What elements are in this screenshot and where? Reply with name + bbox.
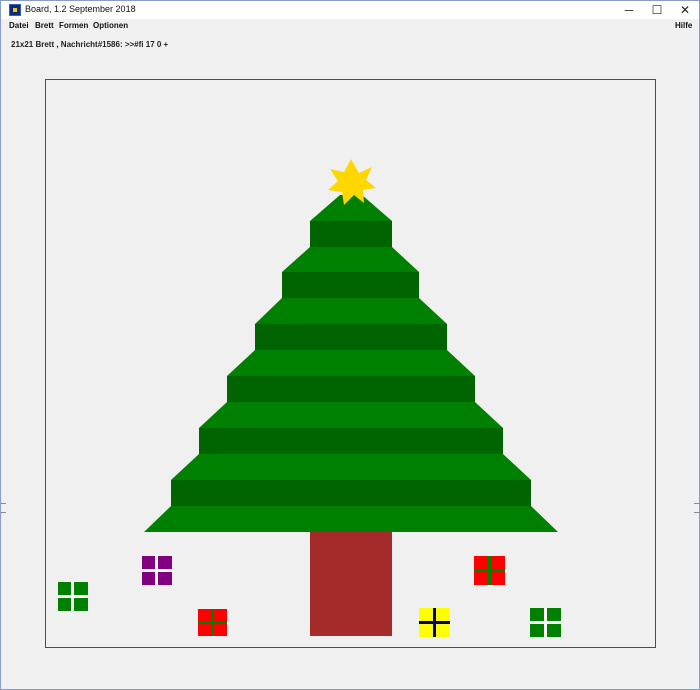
window-title: Board, 1.2 September 2018	[25, 4, 136, 14]
tree-tier-5	[255, 298, 447, 324]
board-drawing	[58, 159, 561, 637]
tree-band-4	[255, 324, 447, 350]
tree-top	[310, 195, 392, 221]
tree-tier-4	[227, 350, 475, 376]
gift-green-left	[58, 582, 88, 611]
board-canvas[interactable]	[45, 79, 656, 648]
gift-green-right	[530, 608, 561, 637]
tree-trunk	[310, 532, 392, 636]
tree-band-1	[171, 480, 531, 506]
minimize-button[interactable]: ─	[615, 1, 643, 19]
tree-tier-3	[199, 402, 503, 428]
minimize-icon: ─	[624, 3, 634, 17]
title-bar[interactable]: Board, 1.2 September 2018 ─ ☐ ✕	[1, 1, 699, 19]
menu-bar: Datei Brett Formen Optionen Hilfe	[1, 20, 699, 33]
maximize-icon: ☐	[651, 3, 663, 17]
tree-band-2	[199, 428, 503, 454]
tree-tier-6	[282, 247, 419, 272]
menu-hilfe[interactable]: Hilfe	[675, 21, 692, 30]
gift-red-right	[474, 556, 505, 585]
close-icon: ✕	[679, 3, 691, 17]
tree-band-5	[282, 272, 419, 298]
gift-purple	[142, 556, 172, 585]
app-icon	[9, 4, 21, 16]
app-window: Board, 1.2 September 2018 ─ ☐ ✕ Datei Br…	[0, 0, 700, 690]
gift-red-left	[198, 609, 227, 636]
maximize-button[interactable]: ☐	[643, 1, 671, 19]
close-button[interactable]: ✕	[671, 1, 699, 19]
gift-yellow	[419, 608, 450, 637]
tree-band-3	[227, 376, 475, 402]
menu-optionen[interactable]: Optionen	[93, 21, 128, 30]
menu-brett[interactable]: Brett	[35, 21, 54, 30]
menu-formen[interactable]: Formen	[59, 21, 88, 30]
tree-tier-1	[144, 506, 558, 532]
tree-band-6	[310, 221, 392, 247]
status-message: 21x21 Brett , Nachricht#1586: >>#fi 17 0…	[11, 40, 169, 49]
tree-tier-2	[171, 454, 531, 480]
menu-datei[interactable]: Datei	[9, 21, 29, 30]
left-splitter[interactable]	[1, 503, 6, 513]
right-splitter[interactable]	[694, 503, 699, 513]
